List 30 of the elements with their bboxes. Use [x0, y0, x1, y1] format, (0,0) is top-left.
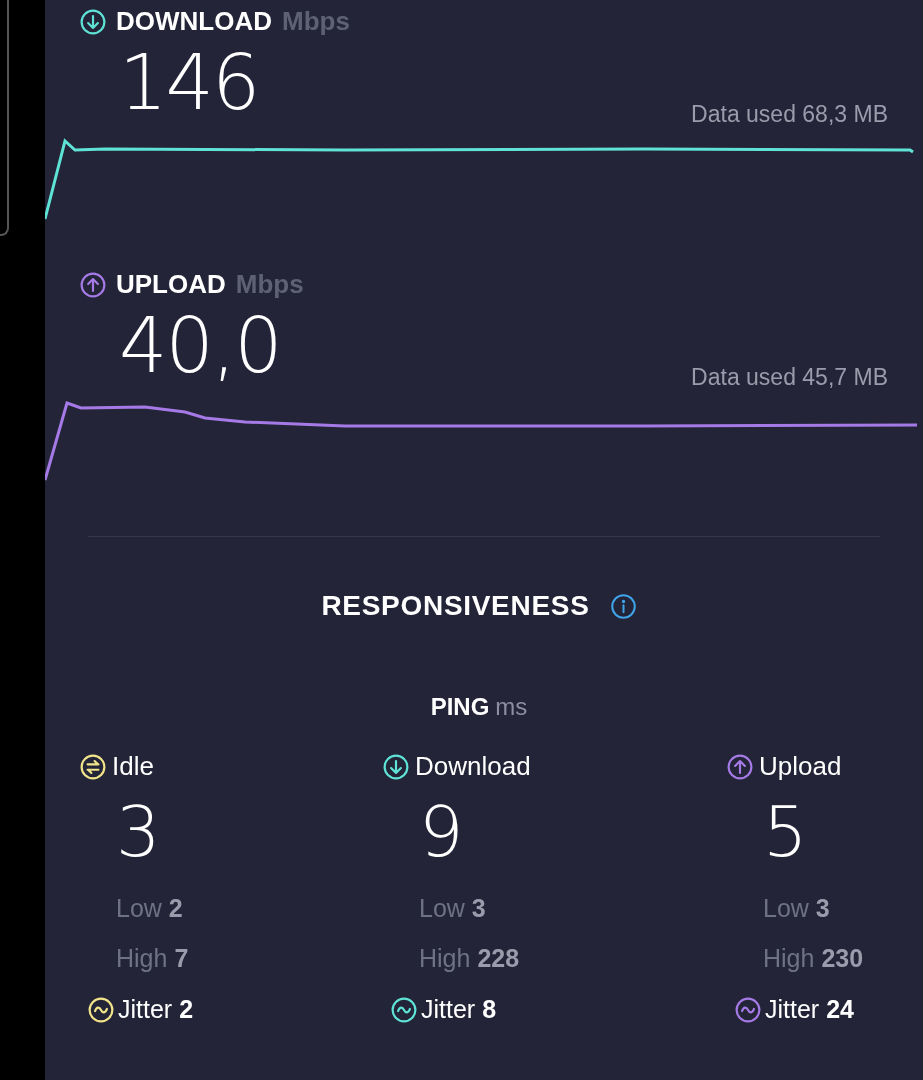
ping-unit: ms	[495, 692, 528, 722]
ping-value: 3	[115, 792, 162, 872]
jitter-value: Jitter 8	[421, 994, 497, 1025]
jitter-value: Jitter 2	[118, 994, 194, 1025]
ping-category: Download	[415, 750, 531, 783]
jitter-icon	[391, 996, 417, 1023]
ping-high: High 228	[418, 942, 521, 974]
data-used: Data used 45,7 MB	[691, 362, 888, 392]
jitter-icon	[735, 996, 761, 1023]
ping-category: Upload	[759, 750, 842, 783]
ping-value: 5	[762, 792, 809, 872]
ping-high: High 230	[762, 942, 865, 974]
data-used: Data used 68,3 MB	[691, 99, 888, 129]
speed-value: 40,0	[119, 304, 281, 388]
ping-label: PING	[430, 692, 490, 722]
ping-low: Low 2	[115, 893, 184, 924]
section-title: RESPONSIVENESS	[321, 589, 590, 623]
ping-value: 9	[418, 792, 465, 872]
jitter-value: Jitter 24	[765, 994, 854, 1025]
speed-unit: Mbps	[282, 5, 350, 38]
speed-label: DOWNLOAD	[116, 5, 272, 38]
ping-high: High 7	[115, 942, 190, 974]
ping-low: Low 3	[418, 893, 487, 924]
speed-label: UPLOAD	[116, 268, 226, 301]
jitter-icon	[88, 996, 114, 1023]
speed-unit: Mbps	[235, 268, 304, 301]
info-icon[interactable]	[609, 592, 637, 620]
ping-low: Low 3	[762, 893, 831, 924]
speed-value: 146	[119, 41, 259, 125]
ping-category: Idle	[112, 750, 154, 783]
